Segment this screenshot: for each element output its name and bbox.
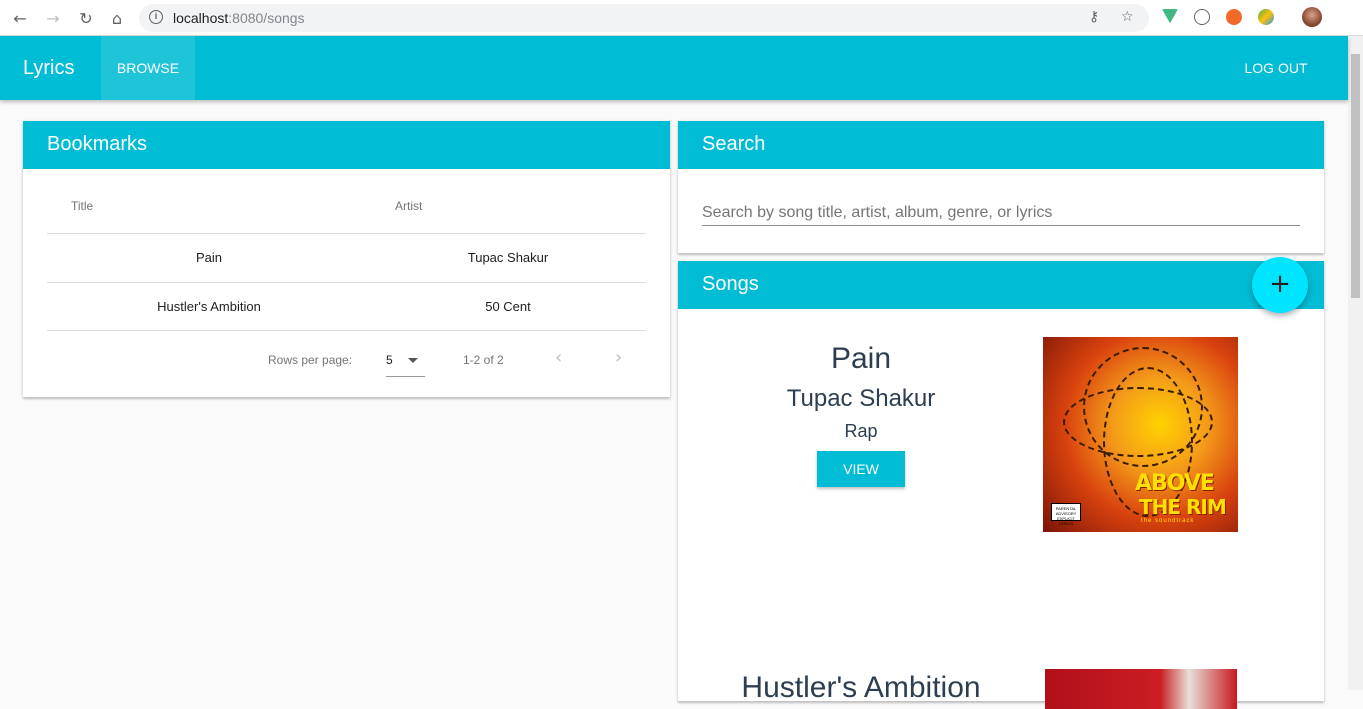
extension-icon[interactable] xyxy=(1194,9,1210,25)
row-artist[interactable]: Tupac Shakur xyxy=(358,250,658,265)
row-title[interactable]: Pain xyxy=(59,250,359,265)
url-text: localhost:8080/songs xyxy=(173,10,305,26)
song-genre: Rap xyxy=(844,421,878,441)
pagination-range: 1-2 of 2 xyxy=(463,353,504,367)
row-divider xyxy=(47,282,646,283)
app-brand[interactable]: Lyrics xyxy=(23,57,74,80)
songs-panel: Songs Pain Tupac Shakur Rap VIEW ABOVE T… xyxy=(678,261,1324,709)
column-header-artist[interactable]: Artist xyxy=(395,199,422,213)
page-scrollbar[interactable] xyxy=(1348,36,1363,690)
album-text: ABOVE xyxy=(1135,471,1215,496)
column-header-title[interactable]: Title xyxy=(71,199,93,213)
bookmarks-panel: Bookmarks Title Artist Pain Tupac Shakur… xyxy=(23,121,670,397)
row-divider xyxy=(47,330,646,331)
search-input[interactable] xyxy=(702,200,1300,226)
rows-per-page-value: 5 xyxy=(386,353,393,367)
scrollbar-thumb[interactable] xyxy=(1351,54,1360,298)
parental-advisory-logo: PARENTAL ADVISORY EXPLICIT LYRICS xyxy=(1051,503,1081,526)
extension-icon[interactable] xyxy=(1258,9,1274,25)
search-panel: Search xyxy=(678,121,1324,253)
song-artist: Tupac Shakur xyxy=(786,385,936,412)
song-title: Hustler's Ambition xyxy=(741,671,981,704)
rows-per-page-select[interactable]: 5 xyxy=(386,353,425,377)
song-title: Pain xyxy=(830,342,892,375)
album-cover-image: ABOVE THE RIM the soundtrack PARENTAL ADV… xyxy=(1043,337,1238,532)
chevron-down-icon xyxy=(408,358,418,363)
search-title: Search xyxy=(678,121,1324,169)
bookmarks-title: Bookmarks xyxy=(23,121,670,169)
info-icon[interactable]: i xyxy=(149,10,163,24)
extension-icon[interactable] xyxy=(1226,9,1242,25)
rows-per-page-label: Rows per page: xyxy=(268,353,353,367)
previous-page-icon[interactable]: ‹ xyxy=(555,347,562,368)
add-song-button[interactable]: + xyxy=(1252,257,1308,313)
view-song-button[interactable]: VIEW xyxy=(817,451,905,487)
vue-devtools-icon[interactable] xyxy=(1162,9,1178,24)
star-icon[interactable]: ☆ xyxy=(1121,9,1134,25)
home-icon[interactable]: ⌂ xyxy=(106,7,128,29)
address-bar[interactable]: i localhost:8080/songs ⚷ ☆ xyxy=(139,4,1149,32)
back-icon[interactable]: ← xyxy=(9,7,31,29)
row-title[interactable]: Hustler's Ambition xyxy=(59,299,359,314)
row-artist[interactable]: 50 Cent xyxy=(358,299,658,314)
profile-avatar[interactable] xyxy=(1302,7,1322,27)
browser-chrome: ← → ↻ ⌂ i localhost:8080/songs ⚷ ☆ xyxy=(0,0,1363,36)
header-divider xyxy=(47,233,646,234)
reload-icon[interactable]: ↻ xyxy=(75,7,97,29)
forward-icon[interactable]: → xyxy=(42,7,64,29)
app-toolbar: Lyrics BROWSE LOG OUT xyxy=(0,36,1348,100)
album-text: THE RIM xyxy=(1139,495,1227,519)
album-text: the soundtrack xyxy=(1141,518,1195,524)
key-icon[interactable]: ⚷ xyxy=(1089,9,1099,25)
browse-button[interactable]: BROWSE xyxy=(101,36,195,100)
next-page-icon[interactable]: › xyxy=(615,347,622,368)
logout-button[interactable]: LOG OUT xyxy=(1229,36,1323,100)
songs-title: Songs xyxy=(678,261,1324,309)
album-cover-image xyxy=(1045,669,1237,709)
